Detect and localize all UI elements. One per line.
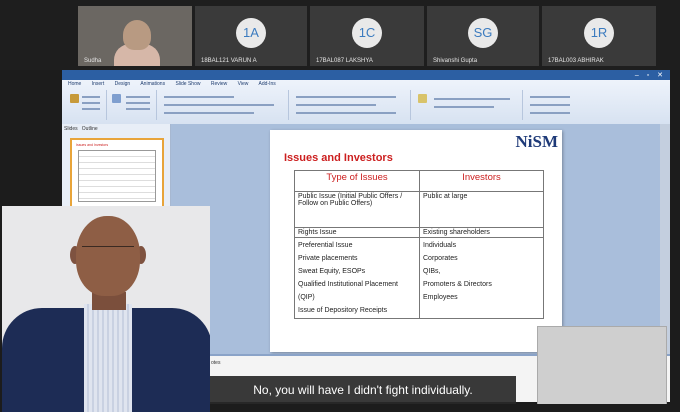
pane-tabs: Slides Outline [64, 126, 98, 132]
tab-outline[interactable]: Outline [82, 126, 98, 132]
table-row: Public Issue (Initial Public Offers / Fo… [294, 191, 544, 228]
thumbnail-title: Issues and Investors [76, 143, 109, 147]
slide-thumbnail[interactable]: Issues and Investors [70, 138, 164, 210]
issue-type: Issue of Depository Receipts [298, 307, 388, 314]
ribbon-tab[interactable]: Add-Ins [259, 81, 276, 87]
self-view-tile[interactable] [537, 326, 667, 406]
issue-type: Private placements [298, 255, 358, 262]
tab-slides[interactable]: Slides [64, 126, 78, 132]
font-group [158, 90, 289, 120]
new-slide-icon[interactable] [112, 94, 121, 103]
shapes-icon[interactable] [418, 94, 427, 103]
issues-table: Type of Issues Investors Public Issue (I… [294, 170, 544, 319]
ribbon-tab[interactable]: Slide Show [175, 81, 200, 87]
participant-avatar: SG [468, 18, 498, 48]
table-cell: Rights Issue [294, 227, 420, 238]
participant-avatar: 1C [352, 18, 382, 48]
table-cell: Public Issue (Initial Public Offers / Fo… [294, 191, 420, 228]
powerpoint-titlebar: – ▫ ✕ [62, 70, 670, 80]
ribbon-tab[interactable]: Animations [140, 81, 165, 87]
table-row: Preferential Issue Private placements Sw… [294, 237, 544, 319]
meeting-bottom-bar [210, 404, 680, 412]
window-controls[interactable]: – ▫ ✕ [635, 71, 666, 79]
investor-type: Employees [423, 294, 458, 301]
participant-tile[interactable]: SG Shivanshi Gupta [427, 6, 539, 66]
presenter-video [2, 206, 210, 412]
issue-type: Qualified Institutional Placement (QIP) [298, 281, 398, 301]
participant-tile[interactable]: 1C 17BAL087 LAKSHYA [310, 6, 424, 66]
table-header-row: Type of Issues Investors [294, 170, 544, 192]
slide-title: Issues and Investors [284, 152, 393, 164]
table-row: Rights Issue Existing shareholders [294, 227, 544, 238]
paste-icon[interactable] [70, 94, 79, 103]
editing-group [524, 90, 584, 120]
thumbnail-table [78, 150, 156, 202]
participant-avatar: 1R [584, 18, 614, 48]
participant-tile-sudha[interactable]: Sudha [78, 6, 192, 66]
table-header: Investors [419, 170, 544, 192]
participant-tile[interactable]: 1R 17BAL003 ABHIRAK [542, 6, 656, 66]
ribbon: Home Insert Design Animations Slide Show… [62, 80, 670, 125]
clipboard-group [66, 90, 107, 120]
participant-video-face [123, 20, 151, 50]
investor-type: Promoters & Directors [423, 281, 492, 288]
ribbon-tab[interactable]: Home [68, 81, 81, 87]
investor-type: QIBs, [423, 268, 441, 275]
issue-type: Preferential Issue [298, 242, 353, 249]
investor-type: Individuals [423, 242, 457, 249]
table-cell: Preferential Issue Private placements Sw… [294, 237, 420, 319]
table-cell: Public at large [419, 191, 544, 228]
participant-avatar: 1A [236, 18, 266, 48]
table-cell: Existing shareholders [419, 227, 544, 238]
participant-name: 18BAL121 VARUN A [201, 58, 257, 64]
ribbon-tab[interactable]: Insert [92, 81, 105, 87]
slides-group [108, 90, 157, 120]
vertical-scrollbar[interactable] [660, 124, 670, 354]
table-cell: Individuals Corporates QIBs, Promoters &… [419, 237, 544, 319]
paragraph-group [290, 90, 411, 120]
table-header: Type of Issues [294, 170, 420, 192]
drawing-group [412, 90, 523, 120]
issue-type: Sweat Equity, ESOPs [298, 268, 366, 275]
participant-tile[interactable]: 1A 18BAL121 VARUN A [195, 6, 307, 66]
slide: NiSM Issues and Investors Type of Issues… [270, 130, 562, 352]
nism-logo: NiSM [515, 132, 559, 151]
ribbon-tab[interactable]: Review [211, 81, 227, 87]
participant-name: Shivanshi Gupta [433, 58, 478, 64]
participant-name: 17BAL087 LAKSHYA [316, 58, 373, 64]
ribbon-tab[interactable]: View [238, 81, 249, 87]
investor-type: Corporates [423, 255, 458, 262]
participant-name: Sudha [84, 58, 102, 64]
notes-label: otes [211, 360, 221, 366]
ribbon-tabs: Home Insert Design Animations Slide Show… [68, 81, 285, 87]
live-caption: No, you will have I didn't fight individ… [210, 376, 516, 404]
ribbon-tab[interactable]: Design [115, 81, 131, 87]
participant-name: 17BAL003 ABHIRAK [548, 58, 604, 64]
